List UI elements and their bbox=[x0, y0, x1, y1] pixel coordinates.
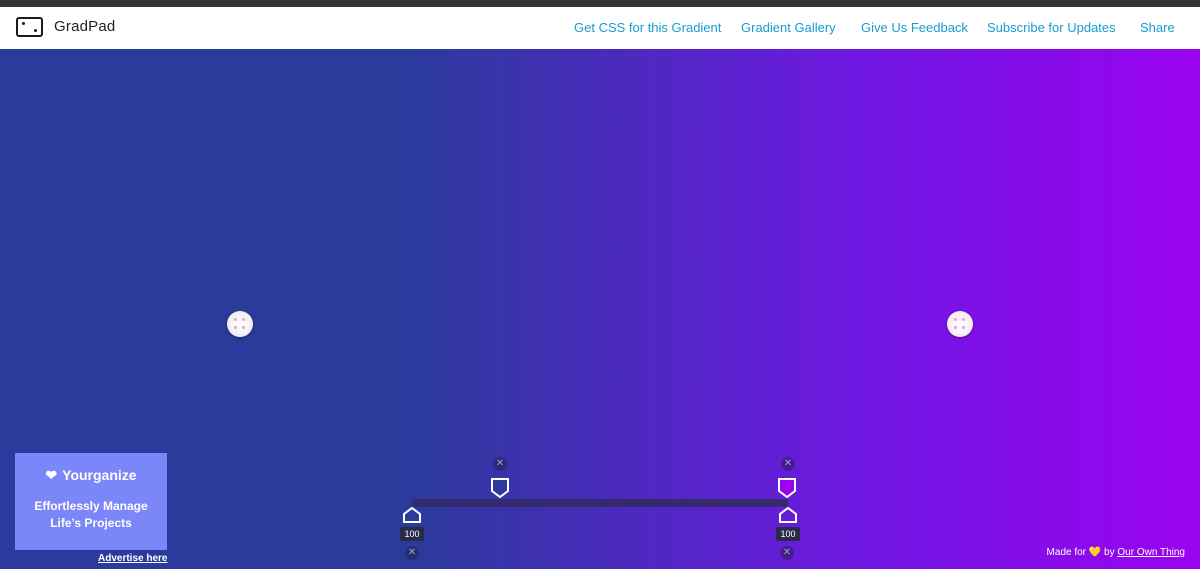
color-point-handle-left[interactable] bbox=[227, 311, 253, 337]
opacity-value: 100 bbox=[776, 527, 800, 541]
our-own-thing-link[interactable]: Our Own Thing bbox=[1117, 547, 1185, 558]
ad-banner[interactable]: ❤ Yourganize Effortlessly Manage Life’s P… bbox=[15, 453, 167, 550]
header: GradPad Get CSS for this Gradient Gradie… bbox=[0, 7, 1200, 49]
get-css-link[interactable]: Get CSS for this Gradient bbox=[574, 20, 721, 35]
color-stop-marker[interactable] bbox=[777, 477, 797, 499]
close-icon[interactable]: ✕ bbox=[781, 457, 795, 471]
color-point-handle-right[interactable] bbox=[947, 311, 973, 337]
app-name[interactable]: GradPad bbox=[54, 18, 115, 35]
top-strip bbox=[0, 0, 1200, 7]
color-stop-marker[interactable] bbox=[490, 477, 510, 499]
ad-tagline: Effortlessly Manage Life’s Projects bbox=[34, 499, 148, 530]
gradient-track[interactable] bbox=[412, 499, 788, 507]
opacity-stop-marker[interactable] bbox=[778, 506, 798, 524]
give-feedback-link[interactable]: Give Us Feedback bbox=[861, 20, 968, 35]
ad-brand: ❤ Yourganize bbox=[45, 467, 137, 483]
by-text: by bbox=[1104, 547, 1115, 558]
close-icon[interactable]: ✕ bbox=[780, 546, 794, 560]
footer-credit: Made for 💛 by Our Own Thing bbox=[1047, 547, 1185, 558]
gradient-gallery-link[interactable]: Gradient Gallery bbox=[741, 20, 836, 35]
advertise-link[interactable]: Advertise here bbox=[98, 553, 167, 564]
opacity-value: 100 bbox=[400, 527, 424, 541]
close-icon[interactable]: ✕ bbox=[405, 546, 419, 560]
share-link[interactable]: Share bbox=[1140, 20, 1175, 35]
subscribe-updates-link[interactable]: Subscribe for Updates bbox=[987, 20, 1116, 35]
gradient-canvas[interactable] bbox=[0, 49, 1200, 569]
gradpad-frame-icon[interactable] bbox=[16, 17, 43, 37]
opacity-stop-marker[interactable] bbox=[402, 506, 422, 524]
heart-leaf-icon: ❤ bbox=[45, 467, 58, 483]
made-for-text: Made for bbox=[1046, 547, 1087, 558]
heart-emoji-icon: 💛 bbox=[1088, 547, 1102, 558]
close-icon[interactable]: ✕ bbox=[493, 457, 507, 471]
